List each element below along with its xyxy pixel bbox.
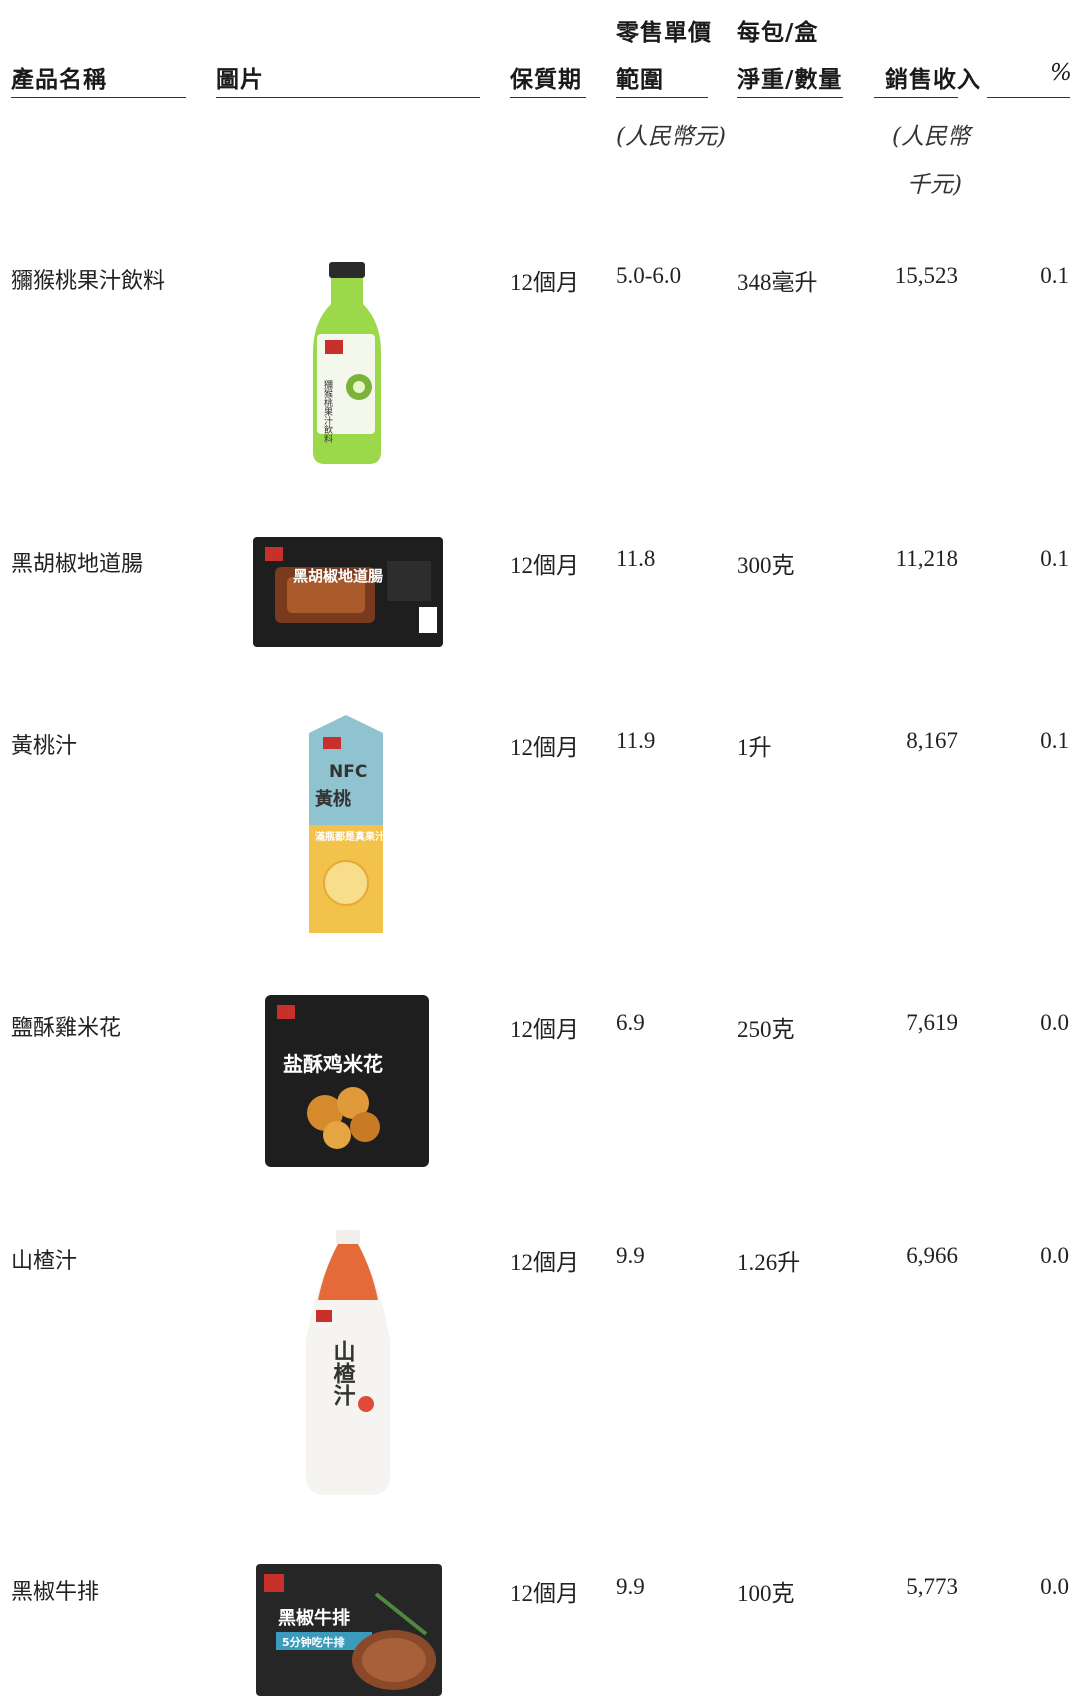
row-3-revenue: 7,619	[906, 1010, 958, 1035]
row-2-shelf-life: 12個月	[510, 735, 579, 760]
peach-nfc-text: NFC	[329, 762, 367, 782]
row-1-shelf-life: 12個月	[510, 553, 579, 578]
header-percent: %	[1050, 60, 1073, 86]
row-3-shelf-life: 12個月	[510, 1017, 579, 1042]
revenue-unit-line1: (人民幣	[892, 124, 970, 150]
popcorn-chicken-bag-image: 盐酥鸡米花	[265, 995, 429, 1172]
kiwi-bottle-label: 獼猴桃果汁飲料	[322, 380, 333, 444]
header-rule-shelf	[510, 97, 586, 98]
row-3-product-name: 鹽酥雞米花	[11, 1016, 122, 1041]
row-0-shelf-life: 12個月	[510, 270, 579, 295]
row-4-shelf-life: 12個月	[510, 1250, 579, 1275]
row-5-price: 9.9	[616, 1574, 645, 1599]
row-2-revenue: 8,167	[906, 728, 958, 753]
header-price-line2: 範圍	[616, 67, 664, 93]
row-2-price: 11.9	[616, 728, 656, 753]
revenue-unit-line2: 千元)	[907, 172, 962, 198]
header-image: 圖片	[216, 67, 264, 93]
hawthorn-bottle-label: 山楂汁	[330, 1340, 356, 1406]
peach-name-text: 黃桃	[314, 788, 351, 810]
row-3-weight: 250克	[737, 1017, 795, 1042]
header-shelf-life: 保質期	[510, 67, 582, 93]
row-3-percent: 0.0	[1040, 1010, 1069, 1035]
row-1-percent: 0.1	[1040, 546, 1069, 571]
row-0-revenue: 15,523	[894, 263, 958, 288]
row-1-product-name: 黑胡椒地道腸	[11, 552, 144, 577]
row-2-product-name: 黃桃汁	[11, 734, 78, 759]
header-weight-line1: 每包/盒	[737, 20, 819, 46]
row-3-price: 6.9	[616, 1010, 645, 1035]
hawthorn-juice-bottle-image: 山楂汁	[300, 1230, 396, 1500]
steak-pack-label: 黑椒牛排	[278, 1607, 350, 1629]
steak-pack-subtitle: 5分钟吃牛排	[282, 1635, 345, 1649]
header-rule-percent	[987, 97, 1070, 98]
row-5-shelf-life: 12個月	[510, 1581, 579, 1606]
kiwi-juice-bottle-image: 獼猴桃果汁飲料	[305, 262, 389, 469]
header-revenue: 銷售收入	[885, 67, 981, 93]
row-0-percent: 0.1	[1040, 263, 1069, 288]
row-1-weight: 300克	[737, 553, 795, 578]
header-weight-line2: 淨重/數量	[737, 67, 843, 93]
row-0-weight: 348毫升	[737, 270, 818, 295]
header-rule-weight	[737, 97, 843, 98]
header-rule-product	[11, 97, 186, 98]
row-5-revenue: 5,773	[906, 1574, 958, 1599]
row-2-percent: 0.1	[1040, 728, 1069, 753]
header-rule-image	[216, 97, 480, 98]
row-0-product-name: 獼猴桃果汁飲料	[11, 269, 166, 294]
row-5-percent: 0.0	[1040, 1574, 1069, 1599]
peach-slogan-text: 滿瓶都是真果汁	[315, 830, 385, 843]
black-pepper-steak-pack-image: 黑椒牛排 5分钟吃牛排	[256, 1564, 442, 1701]
row-4-product-name: 山楂汁	[11, 1249, 78, 1274]
row-4-weight: 1.26升	[737, 1250, 801, 1275]
row-5-product-name: 黑椒牛排	[11, 1580, 100, 1605]
row-1-revenue: 11,218	[895, 546, 958, 571]
header-price-line1: 零售單價	[616, 20, 712, 46]
row-5-weight: 100克	[737, 1581, 795, 1606]
yellow-peach-juice-carton-image: NFC 黃桃 滿瓶都是真果汁	[303, 715, 389, 938]
row-0-price: 5.0-6.0	[616, 263, 682, 288]
row-2-weight: 1升	[737, 735, 772, 760]
header-product-name: 產品名稱	[11, 67, 107, 93]
header-rule-revenue	[874, 97, 958, 98]
popcorn-bag-label: 盐酥鸡米花	[283, 1052, 383, 1076]
header-rule-price	[616, 97, 708, 98]
sausage-pack-label: 黑胡椒地道腸	[293, 567, 383, 585]
price-unit-label: (人民幣元)	[616, 124, 726, 150]
row-4-price: 9.9	[616, 1243, 645, 1268]
row-1-price: 11.8	[616, 546, 656, 571]
black-pepper-sausage-pack-image: 黑胡椒地道腸	[253, 537, 443, 652]
row-4-revenue: 6,966	[906, 1243, 958, 1268]
row-4-percent: 0.0	[1040, 1243, 1069, 1268]
